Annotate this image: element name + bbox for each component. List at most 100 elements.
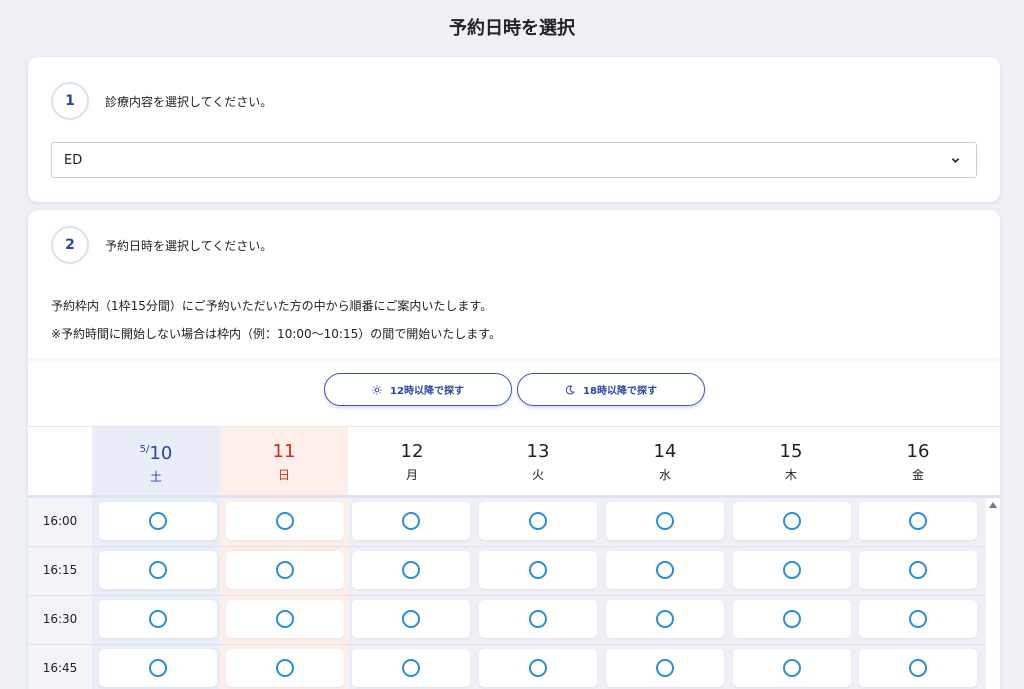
time-slot[interactable] (859, 600, 977, 638)
notice-line-2: ※予約時間に開始しない場合は枠内（例：10:00〜10:15）の間で開始いたしま… (51, 327, 502, 341)
time-slot[interactable] (226, 600, 344, 638)
available-circle-icon (149, 659, 167, 677)
available-circle-icon (783, 512, 801, 530)
time-slot[interactable] (859, 649, 977, 687)
available-circle-icon (276, 512, 294, 530)
time-slot[interactable] (479, 600, 597, 638)
time-label: 16:30 (42, 612, 78, 626)
time-slot[interactable] (352, 551, 470, 589)
page-title: 予約日時を選択 (449, 18, 575, 39)
row-divider (28, 546, 986, 547)
available-circle-icon (656, 561, 674, 579)
time-slot[interactable] (352, 600, 470, 638)
notice-line-1: 予約枠内（1枠15分間）にご予約いただいた方の中から順番にご案内いたします。 (51, 299, 493, 313)
day-date: 10 (149, 442, 173, 464)
scroll-up-arrow-icon[interactable] (989, 502, 997, 508)
moon-icon (565, 385, 575, 394)
available-circle-icon (402, 610, 420, 628)
time-slot[interactable] (352, 649, 470, 687)
row-divider (28, 644, 986, 645)
time-slot[interactable] (733, 551, 851, 589)
available-circle-icon (402, 659, 420, 677)
time-slot[interactable] (99, 649, 217, 687)
available-circle-icon (529, 561, 547, 579)
day-weekday: 土 (149, 469, 162, 484)
day-header-wed: 14 水 (601, 427, 729, 495)
filter-after-18-label: 18時以降で探す (583, 386, 657, 397)
available-circle-icon (276, 610, 294, 628)
day-number: 15 (779, 440, 803, 462)
time-label: 16:15 (42, 563, 78, 577)
day-number: 13 (526, 440, 550, 462)
treatment-card: 1 診療内容を選択してください。 ED (28, 57, 1000, 202)
time-slot[interactable] (606, 600, 724, 638)
available-circle-icon (909, 610, 927, 628)
step-label-1: 診療内容を選択してください。 (105, 95, 273, 109)
chevron-down-icon (951, 157, 960, 163)
time-slot[interactable] (606, 502, 724, 540)
available-circle-icon (656, 659, 674, 677)
filter-after-12-label: 12時以降で探す (390, 386, 464, 397)
time-slot[interactable] (226, 502, 344, 540)
treatment-select[interactable]: ED (51, 142, 977, 178)
time-slot[interactable] (99, 600, 217, 638)
day-header-tue: 13 火 (474, 427, 602, 495)
step-label-2: 予約日時を選択してください。 (105, 239, 273, 253)
time-slot[interactable] (733, 600, 851, 638)
time-slot[interactable] (479, 502, 597, 540)
day-weekday: 金 (911, 467, 924, 482)
time-slot[interactable] (859, 502, 977, 540)
day-header-sun: 11 日 (220, 427, 348, 495)
available-circle-icon (529, 659, 547, 677)
day-weekday: 火 (531, 467, 544, 482)
filter-after-18-button[interactable]: 18時以降で探す (517, 373, 705, 406)
treatment-select-value: ED (64, 152, 83, 168)
day-weekday: 水 (658, 467, 671, 482)
section-divider (28, 358, 1000, 364)
available-circle-icon (529, 610, 547, 628)
available-circle-icon (656, 610, 674, 628)
time-slot[interactable] (226, 551, 344, 589)
available-circle-icon (276, 561, 294, 579)
step-number-2: 2 (51, 226, 89, 264)
time-slot[interactable] (733, 502, 851, 540)
day-weekday: 日 (277, 467, 290, 482)
available-circle-icon (909, 512, 927, 530)
time-slot[interactable] (733, 649, 851, 687)
scrollbar[interactable] (986, 498, 1000, 689)
datetime-card: 2 予約日時を選択してください。 予約枠内（1枠15分間）にご予約いただいた方の… (28, 210, 1000, 689)
time-slot[interactable] (226, 649, 344, 687)
day-number: 11 (272, 440, 296, 462)
available-circle-icon (402, 512, 420, 530)
available-circle-icon (656, 512, 674, 530)
time-slot[interactable] (479, 649, 597, 687)
time-slot[interactable] (99, 551, 217, 589)
day-weekday: 木 (784, 467, 797, 482)
step-number-1: 1 (51, 82, 89, 120)
filter-after-12-button[interactable]: 12時以降で探す (324, 373, 512, 406)
time-label: 16:00 (42, 514, 78, 528)
time-slot[interactable] (352, 502, 470, 540)
available-circle-icon (149, 512, 167, 530)
day-weekday: 月 (405, 467, 418, 482)
available-circle-icon (276, 659, 294, 677)
sun-icon (372, 384, 382, 395)
available-circle-icon (783, 610, 801, 628)
available-circle-icon (783, 561, 801, 579)
available-circle-icon (909, 561, 927, 579)
day-number: 16 (906, 440, 930, 462)
time-slot[interactable] (99, 502, 217, 540)
day-header-thu: 15 木 (727, 427, 855, 495)
available-circle-icon (149, 561, 167, 579)
available-circle-icon (402, 561, 420, 579)
time-slot[interactable] (606, 649, 724, 687)
time-label: 16:45 (42, 661, 78, 675)
day-header-mon: 12 月 (348, 427, 476, 495)
day-header-sat: 5/10 土 (92, 427, 220, 495)
available-circle-icon (149, 610, 167, 628)
day-number: 5/10 (140, 438, 173, 466)
day-header-fri: 16 金 (854, 427, 982, 495)
time-slot[interactable] (606, 551, 724, 589)
time-slot[interactable] (479, 551, 597, 589)
time-slot[interactable] (859, 551, 977, 589)
